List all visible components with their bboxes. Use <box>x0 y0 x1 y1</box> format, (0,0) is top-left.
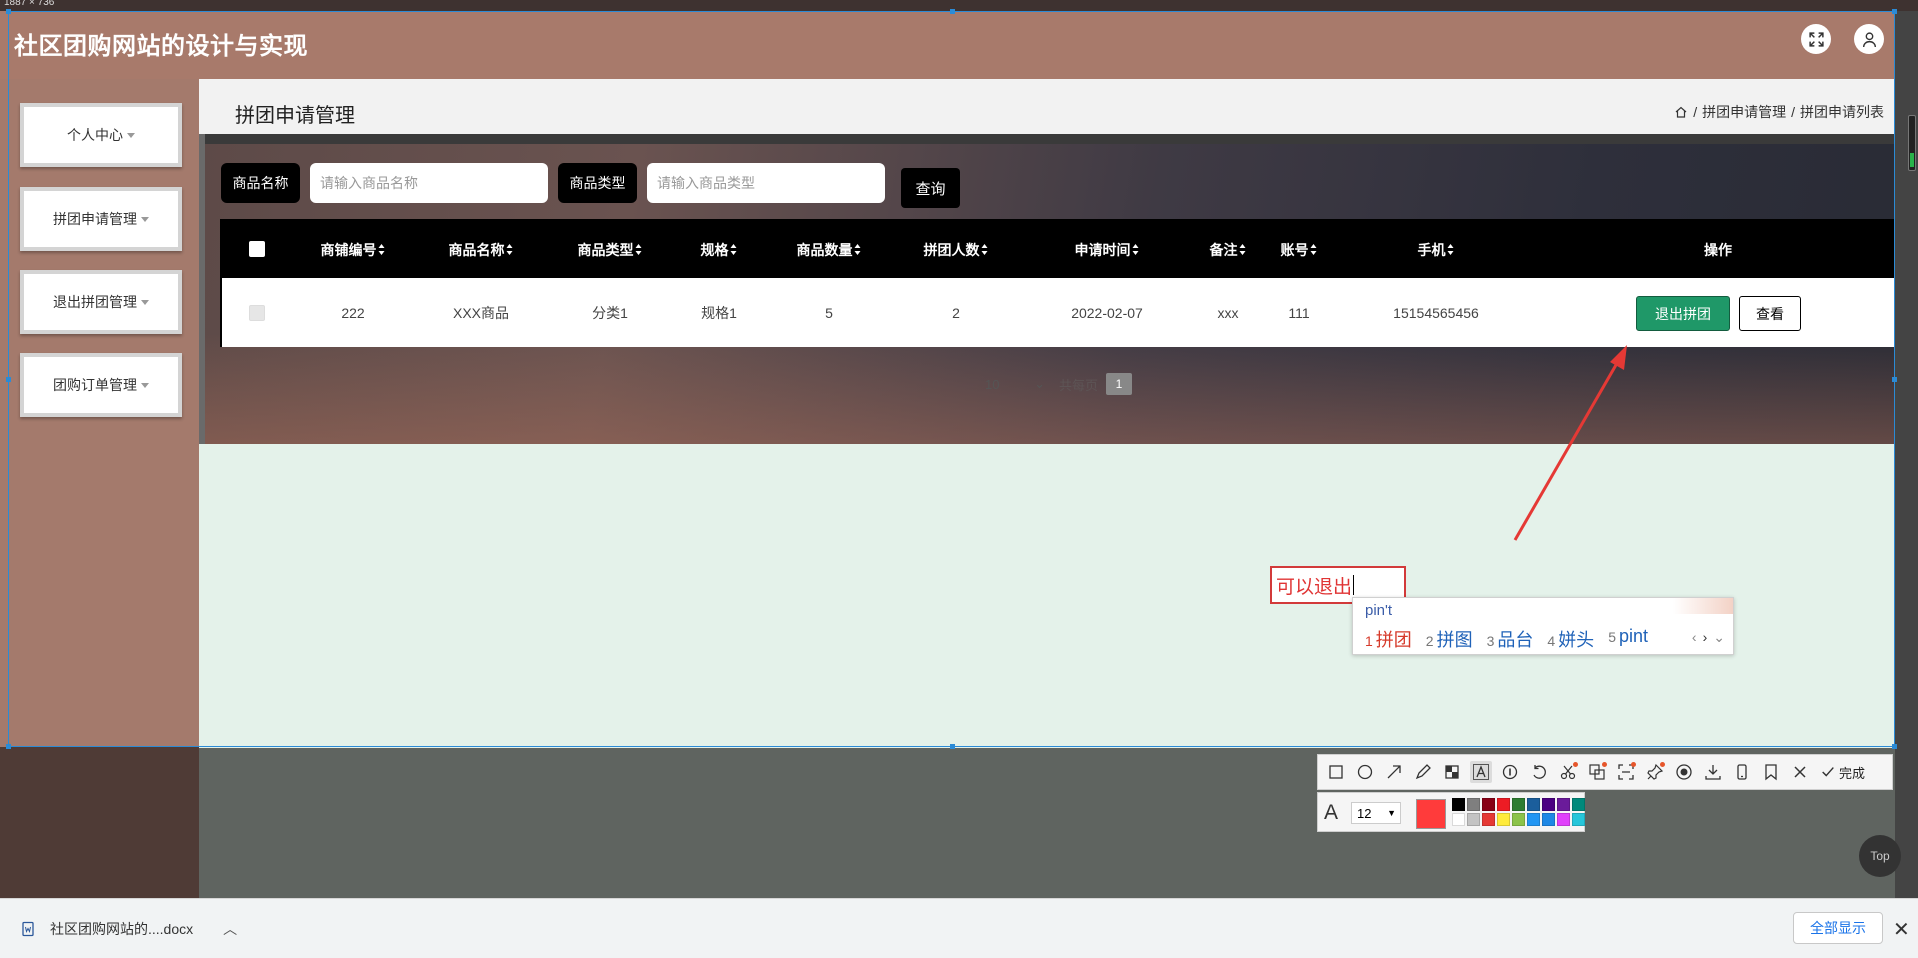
caret-down-icon: ▼ <box>1387 808 1396 818</box>
done-button[interactable]: 完成 <box>1820 763 1865 782</box>
resize-handle[interactable] <box>6 9 11 14</box>
color-swatch[interactable] <box>1497 798 1510 811</box>
download-item[interactable]: 社区团购网站的....docx ︿ <box>20 912 237 946</box>
scan-icon[interactable] <box>1615 761 1637 783</box>
ime-candidate[interactable]: 2 拼图 <box>1426 626 1473 652</box>
sidebar-background <box>0 747 199 898</box>
font-size-select[interactable]: 12 ▼ <box>1351 802 1401 824</box>
ime-pinyin: pin't <box>1365 602 1393 619</box>
chevron-left-icon[interactable]: ‹ <box>1692 629 1697 646</box>
color-swatch[interactable] <box>1572 798 1585 811</box>
text-cursor <box>1353 575 1355 595</box>
color-swatch[interactable] <box>1542 813 1555 826</box>
color-swatch[interactable] <box>1542 798 1555 811</box>
record-icon[interactable] <box>1673 761 1695 783</box>
color-swatch[interactable] <box>1467 813 1480 826</box>
ime-candidate-window: pin't 1 拼团 2 拼图 3 品台 4 姘头 5 pint ‹ › ⌄ <box>1352 597 1734 655</box>
chevron-right-icon[interactable]: › <box>1703 629 1708 646</box>
color-swatch[interactable] <box>1557 813 1570 826</box>
color-swatch[interactable] <box>1527 798 1540 811</box>
color-swatch[interactable] <box>1467 798 1480 811</box>
close-icon[interactable]: ✕ <box>1893 917 1910 942</box>
annotation-arrow[interactable] <box>1500 340 1640 550</box>
color-palette <box>1452 798 1585 826</box>
show-all-button[interactable]: 全部显示 <box>1793 912 1883 944</box>
font-icon: A <box>1324 801 1339 824</box>
text-style-toolbar: A 12 ▼ <box>1317 792 1585 832</box>
resize-handle[interactable] <box>1892 744 1897 749</box>
resize-handle[interactable] <box>6 744 11 749</box>
color-swatch[interactable] <box>1572 813 1585 826</box>
ime-candidate[interactable]: 5 pint <box>1608 626 1648 652</box>
pen-icon[interactable] <box>1412 761 1434 783</box>
chevron-up-icon[interactable]: ︿ <box>223 919 237 939</box>
ime-nav: ‹ › ⌄ <box>1692 629 1725 646</box>
ocr-icon[interactable] <box>1586 761 1608 783</box>
ime-candidate[interactable]: 3 品台 <box>1487 626 1534 652</box>
resize-handle[interactable] <box>950 744 955 749</box>
color-swatch[interactable] <box>1497 813 1510 826</box>
color-swatch[interactable] <box>1452 798 1465 811</box>
text-icon[interactable] <box>1470 761 1492 783</box>
resize-handle[interactable] <box>1892 9 1897 14</box>
ellipse-icon[interactable] <box>1354 761 1376 783</box>
color-swatch[interactable] <box>1512 798 1525 811</box>
download-icon[interactable] <box>1702 761 1724 783</box>
color-swatch[interactable] <box>1527 813 1540 826</box>
dim-region-top: 1887 × 736 <box>0 0 1918 11</box>
ime-candidate[interactable]: 4 姘头 <box>1547 626 1594 652</box>
check-icon <box>1822 767 1834 777</box>
pin-icon[interactable] <box>1644 761 1666 783</box>
number-icon[interactable] <box>1499 761 1521 783</box>
color-swatch[interactable] <box>1557 798 1570 811</box>
download-bar: 社区团购网站的....docx ︿ 全部显示 ✕ <box>0 898 1918 958</box>
ime-candidate[interactable]: 1 拼团 <box>1365 626 1412 652</box>
color-swatch[interactable] <box>1482 798 1495 811</box>
phone-icon[interactable] <box>1731 761 1753 783</box>
back-to-top-button[interactable]: Top <box>1859 835 1901 877</box>
docx-file-icon <box>22 921 34 937</box>
arrow-icon[interactable] <box>1383 761 1405 783</box>
resize-handle[interactable] <box>6 377 11 382</box>
download-file-name: 社区团购网站的....docx <box>50 921 194 937</box>
color-swatch[interactable] <box>1452 813 1465 826</box>
ime-candidates: 1 拼团 2 拼图 3 品台 4 姘头 5 pint <box>1365 626 1648 652</box>
bookmark-icon[interactable] <box>1760 761 1782 783</box>
current-color-swatch[interactable] <box>1416 799 1446 829</box>
capture-size-label: 1887 × 736 <box>4 0 55 8</box>
close-icon[interactable] <box>1789 761 1811 783</box>
rectangle-icon[interactable] <box>1325 761 1347 783</box>
color-swatch[interactable] <box>1482 813 1495 826</box>
resize-handle[interactable] <box>1892 377 1897 382</box>
resize-handle[interactable] <box>950 9 955 14</box>
scroll-indicator <box>1910 153 1914 167</box>
capture-toolbar: 完成 <box>1317 754 1893 790</box>
annotation-text: 可以退出 <box>1276 576 1353 598</box>
mosaic-icon[interactable] <box>1441 761 1463 783</box>
color-swatch[interactable] <box>1512 813 1525 826</box>
cut-icon[interactable] <box>1557 761 1579 783</box>
chevron-down-icon[interactable]: ⌄ <box>1713 629 1725 646</box>
undo-icon[interactable] <box>1528 761 1550 783</box>
